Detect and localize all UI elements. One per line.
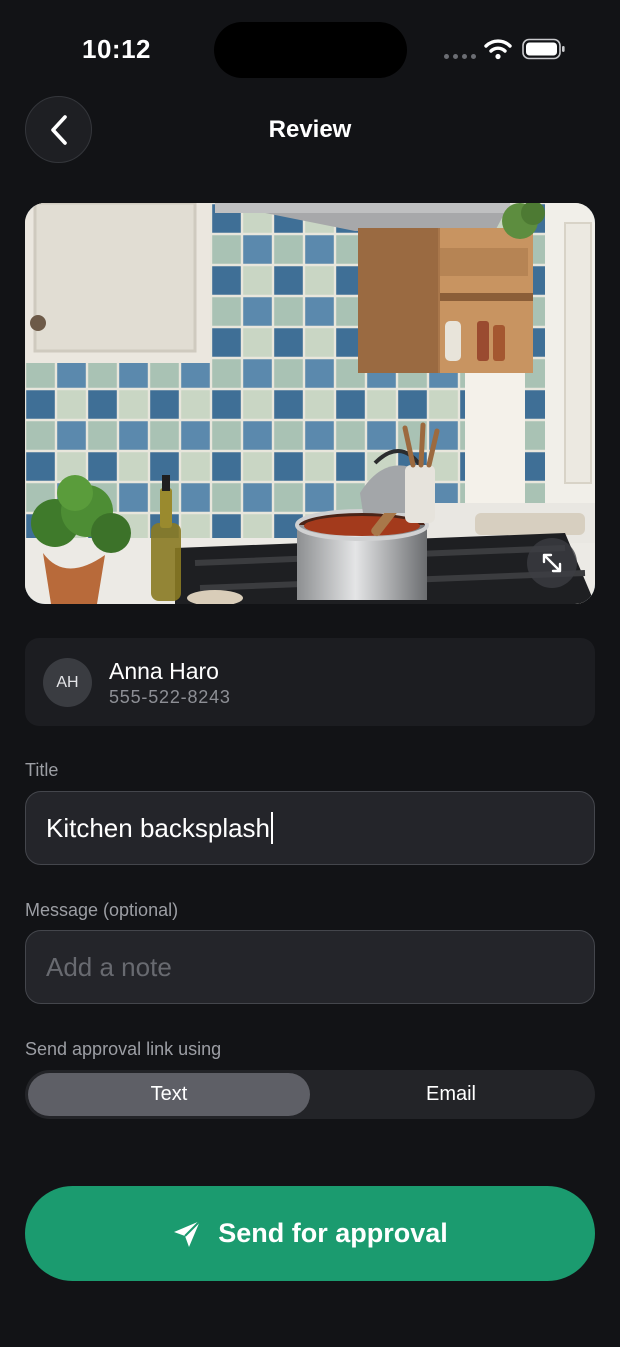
photo-preview[interactable] [25, 203, 595, 604]
paper-plane-icon [174, 1219, 201, 1247]
page-title: Review [268, 116, 352, 143]
segment-text[interactable]: Text [28, 1073, 310, 1116]
send-via-segmented-control[interactable]: Text Email [25, 1070, 595, 1119]
contact-card: AH Anna Haro 555-522-8243 [25, 638, 595, 726]
cellular-signal-icon [444, 54, 476, 59]
send-via-label: Send approval link using [25, 1039, 222, 1059]
expand-icon [542, 553, 562, 573]
title-value: Kitchen backsplash [46, 812, 271, 843]
title-label: Title [25, 760, 59, 780]
kitchen-photo [25, 203, 595, 604]
message-field[interactable] [25, 930, 595, 1004]
segment-email[interactable]: Email [310, 1073, 592, 1116]
status-bar: 10:12 [0, 0, 620, 90]
send-for-approval-button[interactable]: Send for approval [25, 1186, 595, 1281]
avatar: AH [43, 658, 92, 707]
message-input[interactable] [46, 951, 574, 983]
expand-button[interactable] [527, 538, 577, 588]
dynamic-island [214, 22, 407, 78]
battery-icon [522, 38, 565, 60]
contact-phone: 555-522-8243 [109, 687, 231, 707]
text-caret [271, 812, 274, 844]
wifi-icon [484, 39, 512, 60]
title-field[interactable]: Kitchen backsplash [25, 791, 595, 865]
contact-name: Anna Haro [109, 658, 219, 684]
status-time: 10:12 [82, 34, 151, 64]
send-button-label: Send for approval [218, 1218, 448, 1248]
message-label: Message (optional) [25, 900, 179, 920]
